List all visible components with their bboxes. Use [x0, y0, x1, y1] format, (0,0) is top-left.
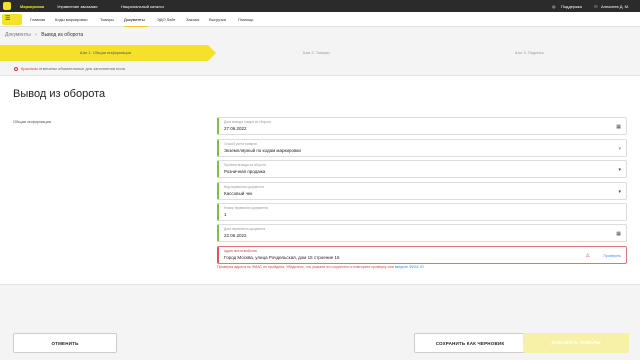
support-icon[interactable]: ◎ [552, 4, 556, 9]
hint-text: отмечены обязательные для заполнения пол… [37, 66, 125, 71]
field-value: Розничная продажа [224, 169, 266, 174]
page-title: Вывод из оборота [13, 88, 106, 100]
nav-item-documents[interactable]: Документы [124, 17, 145, 22]
field-value: 1 [224, 212, 227, 217]
check-address-button[interactable]: Проверить [603, 254, 621, 258]
withdrawal-reason-select[interactable]: Причина вывода из оборота Розничная прод… [217, 160, 627, 178]
field-value: 22.06.2022 [224, 233, 247, 238]
field-label: Номер первичного документа [224, 206, 268, 210]
fias-id-link[interactable]: введите ФИАС ID [395, 265, 424, 269]
warning-icon: ⚠ [585, 253, 590, 259]
document-date-field[interactable]: Дата первичного документа 22.06.2022 ▦ [217, 224, 627, 242]
breadcrumb: Документы › Вывод из оборота [5, 32, 83, 38]
save-draft-button[interactable]: СОХРАНИТЬ КАК ЧЕРНОВИК [414, 333, 526, 353]
nav-active-indicator [124, 26, 148, 27]
nav-item-help[interactable]: Помощь [238, 17, 253, 22]
menu-button[interactable]: ☰ [2, 14, 22, 25]
section-label: Общая информация [13, 119, 52, 124]
hint-required-word: Красным [21, 66, 38, 71]
calendar-icon[interactable]: ▦ [616, 231, 621, 237]
chevron-down-icon[interactable]: ▾ [618, 146, 621, 152]
top-bar: Маркировка Управление заказами Националь… [0, 0, 640, 12]
calendar-icon[interactable]: ▦ [616, 124, 621, 130]
step-1: Шаг 1. Общая информация [80, 50, 131, 55]
info-icon [14, 66, 18, 71]
topbar-item-orders[interactable]: Управление заказами [57, 4, 97, 9]
address-field[interactable]: Адрес места выбытия Город Москва, улица … [217, 246, 627, 264]
menu-icon: ☰ [5, 16, 11, 22]
stepper: Шаг 1. Общая информация Шаг 2. Товары Ша… [0, 45, 640, 61]
user-icon: ⚇ [594, 4, 598, 9]
withdrawal-date-field[interactable]: Дата вывода товара из оборота 27.06.2022… [217, 117, 627, 135]
breadcrumb-separator: › [35, 32, 37, 38]
nav-item-goods[interactable]: Товары [100, 17, 114, 22]
accounting-method-select[interactable]: Способ учета товаров Экземплярный по код… [217, 139, 627, 157]
main-nav: ☰ Главная Коды маркировки Товары Докумен… [0, 12, 640, 27]
cancel-button[interactable]: ОТМЕНИТЬ [13, 333, 117, 353]
address-error-message: Проверка адреса по ФИАС не пройдена. Убе… [217, 265, 424, 269]
user-name[interactable]: Алексеев Д. М. [601, 4, 629, 9]
field-value: 27.06.2022 [224, 126, 247, 131]
chevron-down-icon[interactable]: ▾ [618, 167, 621, 173]
logo[interactable] [3, 2, 11, 10]
step-2: Шаг 2. Товары [303, 50, 330, 55]
add-goods-button[interactable]: ДОБАВИТЬ ТОВАРЫ [523, 333, 629, 353]
field-label: Дата первичного документа [224, 227, 266, 231]
topbar-item-marking[interactable]: Маркировка [20, 4, 44, 9]
nav-item-orders[interactable]: Заказы [186, 17, 199, 22]
required-hint: Красным отмечены обязательные для заполн… [14, 66, 125, 71]
breadcrumb-documents[interactable]: Документы [5, 32, 31, 38]
field-label: Вид первичного документа [224, 185, 264, 189]
support-link[interactable]: Поддержка [561, 4, 582, 9]
chevron-down-icon[interactable]: ▾ [618, 189, 621, 195]
error-text: Проверка адреса по ФИАС не пройдена. Убе… [217, 265, 395, 269]
field-value: Кассовый чек [224, 191, 253, 196]
nav-item-edo[interactable]: ЭДО Лайт [157, 17, 176, 22]
field-value: Экземплярный по кодам маркировки [224, 148, 301, 153]
step-3: Шаг 3. Подпись [515, 50, 544, 55]
document-number-field[interactable]: Номер первичного документа 1 [217, 203, 627, 221]
nav-item-exports[interactable]: Выгрузки [209, 17, 226, 22]
field-label: Причина вывода из оборота [224, 163, 266, 167]
document-type-select[interactable]: Вид первичного документа Кассовый чек ▾ [217, 182, 627, 200]
breadcrumb-current: Вывод из оборота [41, 32, 84, 38]
field-label: Адрес места выбытия [224, 249, 257, 253]
nav-item-home[interactable]: Главная [30, 17, 45, 22]
field-value: Город Москва, улица Рочдельская, дом 15 … [224, 255, 340, 260]
field-label: Дата вывода товара из оборота [224, 120, 272, 124]
field-label: Способ учета товаров [224, 142, 257, 146]
topbar-item-catalog[interactable]: Национальный каталог [121, 4, 164, 9]
nav-item-codes[interactable]: Коды маркировки [55, 17, 88, 22]
